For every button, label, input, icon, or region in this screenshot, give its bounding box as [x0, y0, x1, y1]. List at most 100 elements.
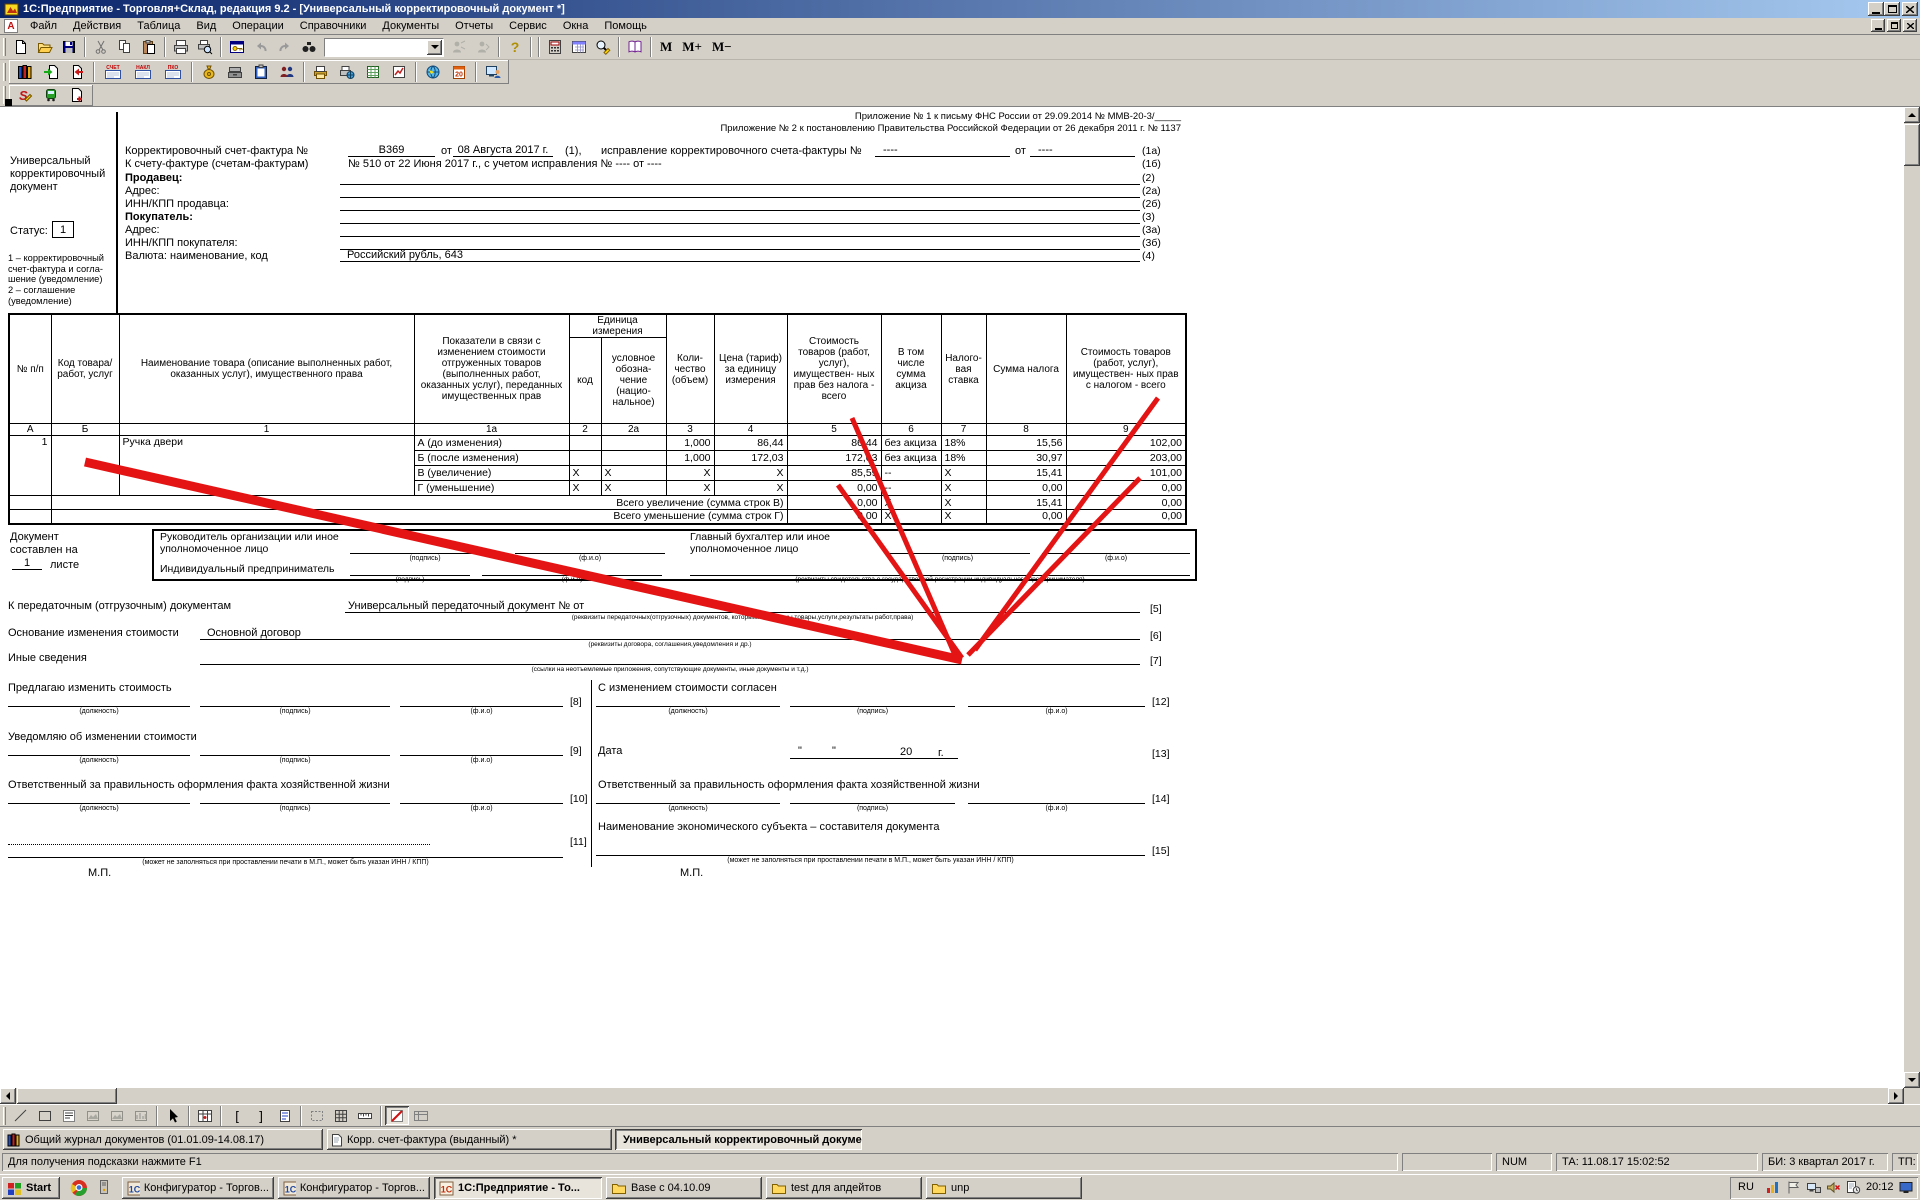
mdi-minimize-button[interactable]	[1871, 19, 1885, 32]
print-preview-button[interactable]	[193, 36, 217, 58]
menu-actions[interactable]: Действия	[65, 19, 129, 33]
language-indicator[interactable]: RU	[1738, 1181, 1754, 1193]
start-button[interactable]: Start	[2, 1177, 60, 1199]
red-line-toggle-button[interactable]	[385, 1106, 409, 1125]
text-tool-button[interactable]	[57, 1106, 81, 1125]
vertical-scroll-thumb[interactable]	[1904, 124, 1920, 166]
scroll-up-button[interactable]	[1904, 107, 1920, 123]
scroll-left-button[interactable]	[0, 1088, 16, 1104]
save-button[interactable]	[57, 36, 81, 58]
user-monitor-button[interactable]	[480, 62, 506, 83]
new-document-button[interactable]	[9, 36, 33, 58]
clipboard-button[interactable]	[248, 62, 274, 83]
menu-service[interactable]: Сервис	[501, 19, 555, 33]
menu-view[interactable]: Вид	[188, 19, 224, 33]
table-report-button[interactable]	[360, 62, 386, 83]
menu-reports[interactable]: Отчеты	[447, 19, 501, 33]
mdi-close-button[interactable]	[1903, 19, 1917, 32]
pko-button[interactable]: ПКО	[158, 62, 188, 83]
calendar-button[interactable]	[567, 36, 591, 58]
journals-button[interactable]	[12, 62, 38, 83]
maximize-button[interactable]	[1884, 2, 1900, 16]
vertical-scrollbar[interactable]	[1904, 107, 1920, 1088]
task-test-folder[interactable]: test для апдейтов	[766, 1177, 922, 1199]
nakl-button[interactable]: НАКЛ	[128, 62, 158, 83]
form-grid-button[interactable]	[409, 1106, 433, 1125]
quicklaunch-chrome-icon[interactable]	[70, 1179, 88, 1197]
table-properties-button[interactable]	[193, 1106, 217, 1125]
partners-button[interactable]	[274, 62, 300, 83]
new-doc-plus-button[interactable]	[64, 86, 90, 105]
copy-button[interactable]	[113, 36, 137, 58]
task-configurator-1[interactable]: 1С Конфигуратор - Торгов...	[122, 1177, 274, 1199]
tray-mute-icon[interactable]	[1826, 1180, 1841, 1195]
toolbar-grip2[interactable]	[3, 63, 6, 81]
open-button[interactable]	[33, 36, 57, 58]
ruler-button[interactable]	[353, 1106, 377, 1125]
bracket-close-button[interactable]: ]	[249, 1106, 273, 1125]
grid-dashed-button[interactable]	[305, 1106, 329, 1125]
print-doc-button[interactable]	[308, 62, 334, 83]
cash-register-button[interactable]	[222, 62, 248, 83]
money-bag-button[interactable]	[196, 62, 222, 83]
quicklaunch-server-icon[interactable]	[96, 1179, 112, 1195]
outgoing-doc-button[interactable]	[64, 62, 90, 83]
mdi-restore-button[interactable]	[1887, 19, 1901, 32]
find-person2-button[interactable]	[471, 36, 495, 58]
calendar-20-button[interactable]: 20	[446, 62, 472, 83]
tray-network-icon[interactable]	[1806, 1180, 1821, 1195]
redo-button[interactable]	[273, 36, 297, 58]
section-button[interactable]	[273, 1106, 297, 1125]
document-area[interactable]: Приложение № 1 к письму ФНС России от 29…	[0, 107, 1904, 1088]
scroll-right-button[interactable]	[1888, 1088, 1904, 1104]
task-configurator-2[interactable]: 1С Конфигуратор - Торгов...	[278, 1177, 430, 1199]
cut-button[interactable]	[89, 36, 113, 58]
tray-flag-icon[interactable]	[1786, 1180, 1801, 1195]
chart-report-button[interactable]	[386, 62, 412, 83]
tab-journal[interactable]: Общий журнал документов (01.01.09-14.08.…	[3, 1129, 323, 1150]
menu-references[interactable]: Справочники	[292, 19, 375, 33]
help-button[interactable]: ?	[503, 36, 527, 58]
menu-windows[interactable]: Окна	[555, 19, 597, 33]
line-tool-button[interactable]	[9, 1106, 33, 1125]
task-unp-folder[interactable]: unp	[926, 1177, 1082, 1199]
zoom-edit-button[interactable]	[591, 36, 615, 58]
select-cursor-button[interactable]	[161, 1106, 185, 1125]
clock[interactable]: 20:12	[1866, 1181, 1894, 1193]
search-combo[interactable]	[324, 38, 444, 57]
find-button[interactable]	[297, 36, 321, 58]
ole-object-button[interactable]	[105, 1106, 129, 1125]
bracket-open-button[interactable]: [	[225, 1106, 249, 1125]
close-button[interactable]	[1902, 2, 1918, 16]
calculator-button[interactable]	[543, 36, 567, 58]
tab-ukd-active[interactable]: А Универсальный корректировочный докумен…	[615, 1129, 862, 1150]
undo-button[interactable]	[249, 36, 273, 58]
tray-1c-icon[interactable]	[1766, 1180, 1781, 1195]
print-globe-button[interactable]	[334, 62, 360, 83]
menu-file[interactable]: Файл	[22, 19, 65, 33]
tab-corr-invoice[interactable]: Корр. счет-фактура (выданный) *	[327, 1129, 612, 1150]
horizontal-scrollbar[interactable]	[0, 1088, 1904, 1104]
toolbar-grip4[interactable]	[3, 1107, 6, 1125]
incoming-doc-button[interactable]	[38, 62, 64, 83]
menu-help[interactable]: Помощь	[596, 19, 655, 33]
internet-button[interactable]	[420, 62, 446, 83]
find-person-button[interactable]	[447, 36, 471, 58]
menu-documents[interactable]: Документы	[374, 19, 447, 33]
combo-dropdown-button[interactable]	[427, 40, 442, 55]
window-key-button[interactable]	[225, 36, 249, 58]
grid-button[interactable]	[329, 1106, 353, 1125]
tray-tasks-icon[interactable]	[1846, 1180, 1861, 1195]
advice-button[interactable]: S	[12, 86, 38, 105]
memory-minus-button[interactable]: М−	[707, 36, 737, 58]
task-enterprise-active[interactable]: 1С 1С:Предприятие - То...	[434, 1177, 602, 1199]
print-button[interactable]	[169, 36, 193, 58]
memory-plus-button[interactable]: М+	[677, 36, 707, 58]
book-button[interactable]	[623, 36, 647, 58]
trade-button[interactable]	[38, 86, 64, 105]
chart-tool-button[interactable]	[129, 1106, 153, 1125]
menu-operations[interactable]: Операции	[224, 19, 291, 33]
picture-tool-button[interactable]	[81, 1106, 105, 1125]
form-anchor-marker[interactable]	[5, 99, 12, 106]
rectangle-tool-button[interactable]	[33, 1106, 57, 1125]
